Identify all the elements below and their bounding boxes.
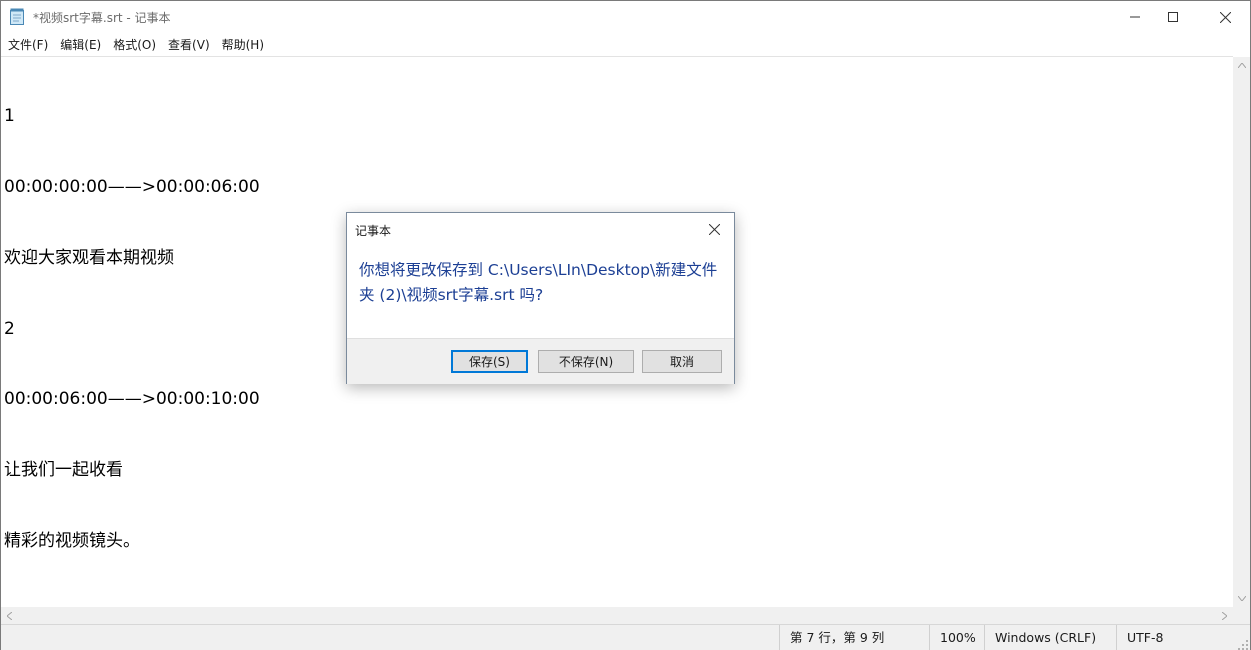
- editor-line: 00:00:06:00——>00:00:10:00: [4, 389, 260, 410]
- dont-save-button[interactable]: 不保存(N): [538, 350, 634, 373]
- status-bar: 第 7 行，第 9 列 100% Windows (CRLF) UTF-8: [1, 624, 1250, 650]
- close-button[interactable]: [1202, 1, 1248, 33]
- chevron-right-icon: [1222, 611, 1227, 620]
- editor-line: 2: [4, 318, 15, 339]
- dialog-message: 你想将更改保存到 C:\Users\LIn\Desktop\新建文件夹 (2)\…: [359, 261, 718, 304]
- editor-line: 精彩的视频镜头。: [4, 530, 140, 551]
- maximize-button[interactable]: [1150, 1, 1196, 33]
- editor-line: 欢迎大家观看本期视频: [4, 247, 174, 268]
- editor-line: 00:00:00:00——>00:00:06:00: [4, 176, 260, 197]
- close-icon: [708, 223, 720, 235]
- cancel-button[interactable]: 取消: [642, 350, 722, 373]
- title-bar[interactable]: *视频srt字幕.srt - 记事本: [1, 1, 1250, 33]
- status-encoding: UTF-8: [1116, 625, 1237, 650]
- chevron-left-icon: [7, 611, 12, 620]
- menu-file[interactable]: 文件(F): [1, 34, 54, 56]
- close-icon: [1219, 11, 1231, 23]
- editor-line: 让我们一起收看: [4, 460, 123, 481]
- window-title: *视频srt字幕.srt - 记事本: [33, 11, 171, 25]
- status-line-ending: Windows (CRLF): [984, 625, 1105, 650]
- menu-format[interactable]: 格式(O): [107, 34, 162, 56]
- status-zoom: 100%: [929, 625, 988, 650]
- chevron-up-icon: [1237, 63, 1246, 68]
- scroll-down-arrow[interactable]: [1233, 590, 1250, 607]
- status-cursor-position: 第 7 行，第 9 列: [779, 625, 930, 650]
- notepad-icon: [10, 8, 25, 25]
- menu-bar: 文件(F) 编辑(E) 格式(O) 查看(V) 帮助(H): [1, 34, 1250, 56]
- notepad-window: *视频srt字幕.srt - 记事本 文件(F) 编辑(E) 格式(O) 查看(…: [0, 0, 1251, 650]
- menu-view[interactable]: 查看(V): [162, 34, 216, 56]
- resize-grip-icon[interactable]: [1238, 638, 1248, 650]
- save-button[interactable]: 保存(S): [451, 350, 528, 373]
- vertical-scrollbar[interactable]: [1233, 57, 1250, 607]
- editor-content[interactable]: 1 00:00:00:00——>00:00:06:00 欢迎大家观看本期视频 2…: [4, 58, 260, 601]
- horizontal-scrollbar[interactable]: [1, 607, 1233, 624]
- scroll-right-arrow[interactable]: [1216, 607, 1233, 624]
- dialog-button-bar: 保存(S) 不保存(N) 取消: [347, 338, 734, 384]
- editor-line: 1: [4, 106, 15, 127]
- menu-edit[interactable]: 编辑(E): [54, 34, 107, 56]
- scrollbar-corner: [1233, 607, 1250, 624]
- minimize-icon: [1130, 16, 1140, 18]
- dialog-close-button[interactable]: [702, 219, 726, 239]
- scroll-up-arrow[interactable]: [1233, 57, 1250, 74]
- menu-help[interactable]: 帮助(H): [216, 34, 270, 56]
- maximize-icon: [1168, 12, 1178, 22]
- dialog-title: 记事本: [355, 224, 392, 238]
- save-changes-dialog: 记事本 你想将更改保存到 C:\Users\LIn\Desktop\新建文件夹 …: [346, 212, 735, 384]
- scroll-left-arrow[interactable]: [1, 607, 18, 624]
- chevron-down-icon: [1237, 596, 1246, 601]
